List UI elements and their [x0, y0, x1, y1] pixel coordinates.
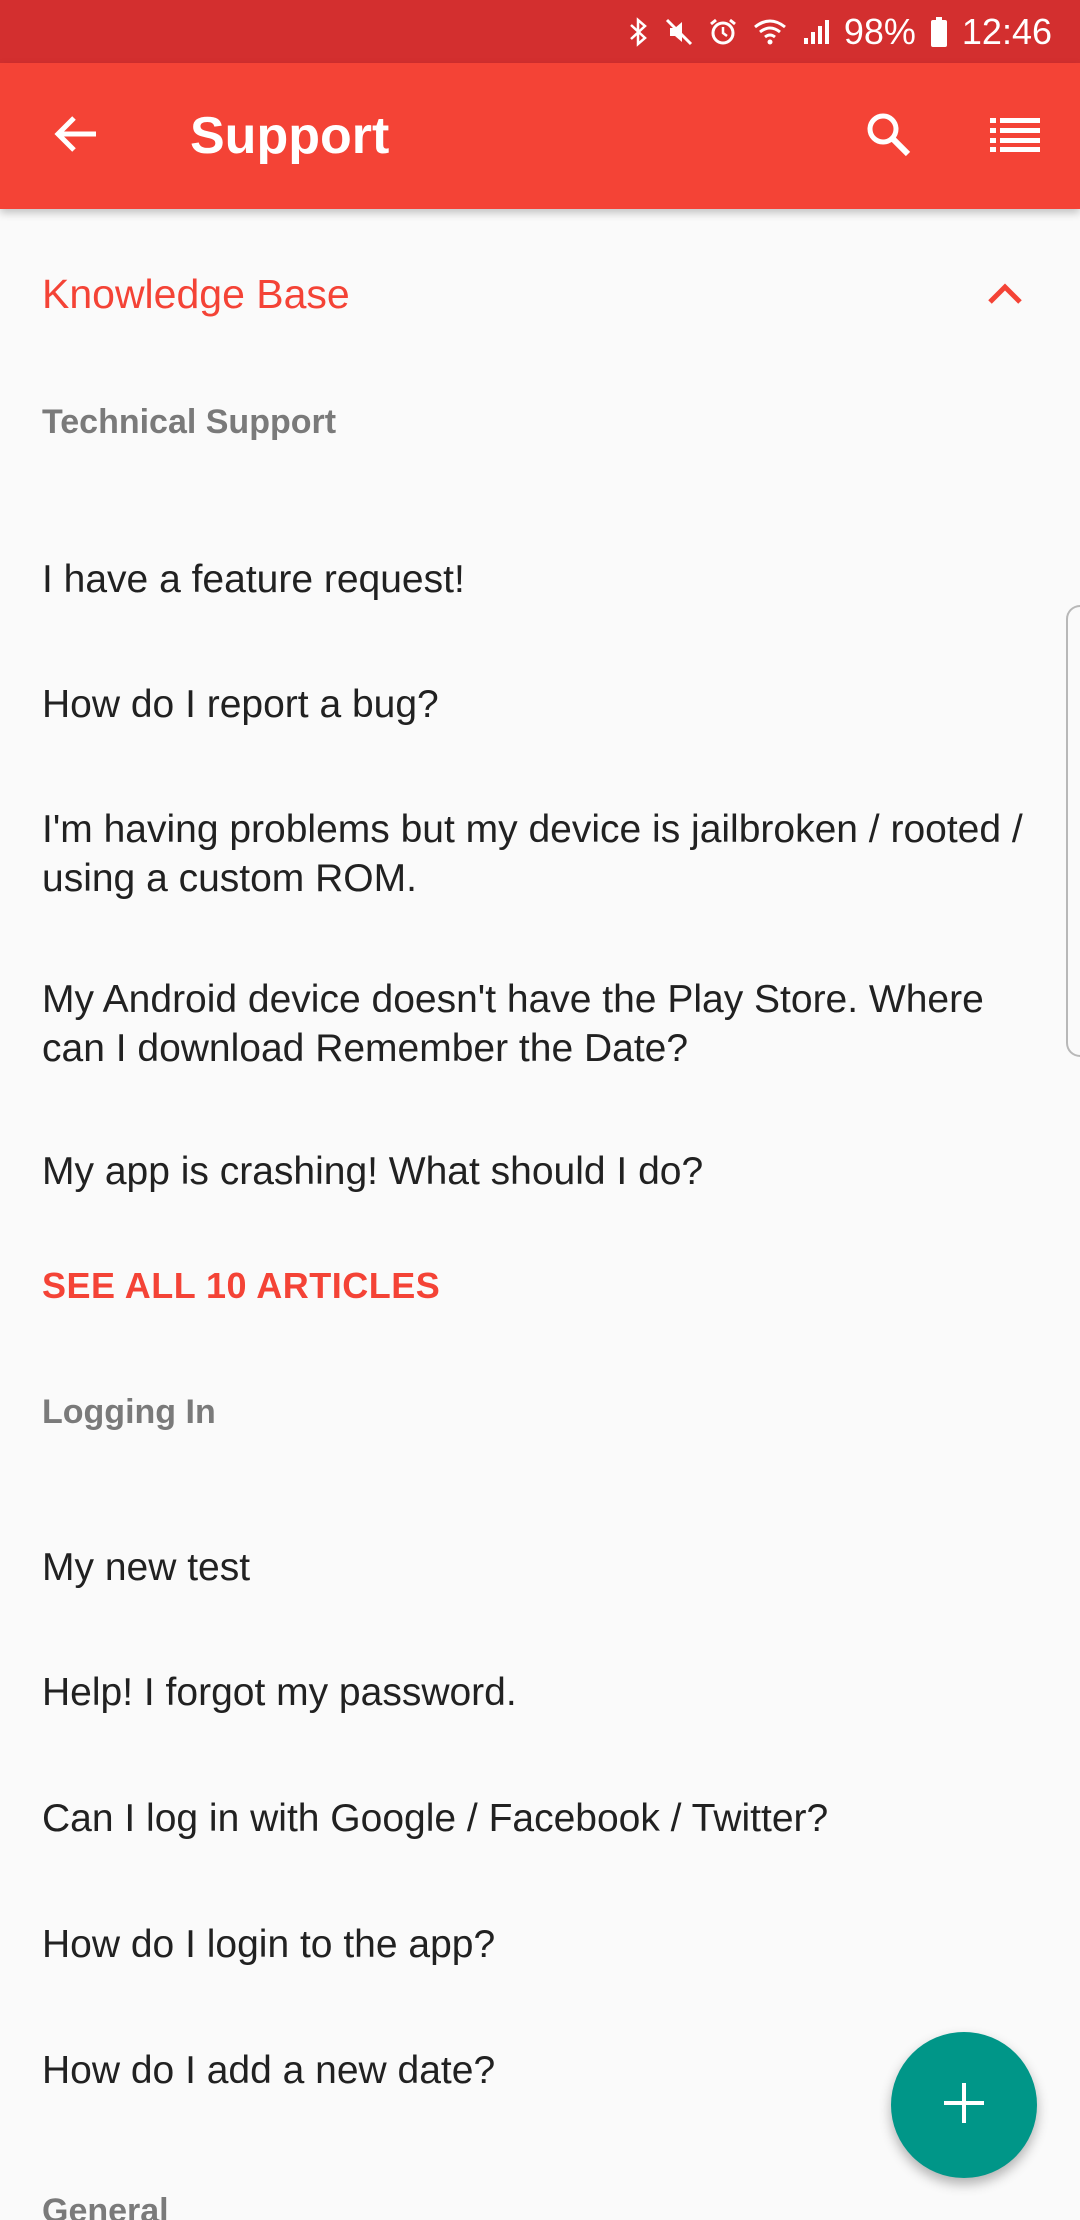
- plus-icon: [942, 2081, 986, 2130]
- article-link[interactable]: How do I report a bug?: [42, 680, 1038, 729]
- article-link[interactable]: I'm having problems but my device is jai…: [42, 805, 1038, 903]
- back-button[interactable]: [42, 103, 108, 169]
- article-link[interactable]: My Android device doesn't have the Play …: [42, 975, 1038, 1073]
- article-link[interactable]: I have a feature request!: [42, 555, 1038, 604]
- app-bar: Support: [0, 63, 1080, 209]
- clock: 12:46: [961, 11, 1052, 52]
- article-link[interactable]: My app is crashing! What should I do?: [42, 1147, 1038, 1196]
- search-button[interactable]: [855, 103, 921, 169]
- add-button[interactable]: [891, 2032, 1037, 2178]
- scroll-handle[interactable]: [1066, 605, 1080, 1057]
- knowledge-base-header[interactable]: Knowledge Base: [0, 239, 1080, 349]
- mute-icon: [664, 0, 694, 63]
- section-logging-in: Logging In: [42, 1393, 216, 1431]
- article-link[interactable]: Can I log in with Google / Facebook / Tw…: [42, 1794, 1038, 1843]
- alarm-icon: [708, 0, 738, 63]
- support-content: Knowledge Base Technical Support I have …: [0, 209, 1080, 2220]
- chevron-up-icon[interactable]: [975, 269, 1035, 319]
- status-icons: 98% 12:46: [628, 0, 1052, 63]
- article-link[interactable]: How do I add a new date?: [42, 2046, 1038, 2095]
- arrow-back-icon: [52, 114, 98, 159]
- section-general: General: [42, 2192, 169, 2220]
- article-link[interactable]: How do I login to the app?: [42, 1920, 1038, 1969]
- wifi-icon: [752, 0, 788, 63]
- battery-percent: 98%: [843, 11, 916, 52]
- list-icon: [990, 116, 1040, 157]
- see-all-articles-button[interactable]: SEE ALL 10 ARTICLES: [42, 1265, 440, 1307]
- page-title: Support: [190, 107, 390, 165]
- section-technical-support: Technical Support: [42, 403, 337, 441]
- bluetooth-icon: [628, 0, 650, 63]
- knowledge-base-title: Knowledge Base: [42, 271, 350, 317]
- battery-icon: [930, 0, 948, 63]
- search-icon: [864, 110, 912, 163]
- article-link[interactable]: Help! I forgot my password.: [42, 1668, 1038, 1717]
- list-view-button[interactable]: [982, 103, 1048, 169]
- status-bar: 98% 12:46: [0, 0, 1080, 63]
- signal-icon: [802, 0, 830, 63]
- article-link[interactable]: My new test: [42, 1543, 1038, 1592]
